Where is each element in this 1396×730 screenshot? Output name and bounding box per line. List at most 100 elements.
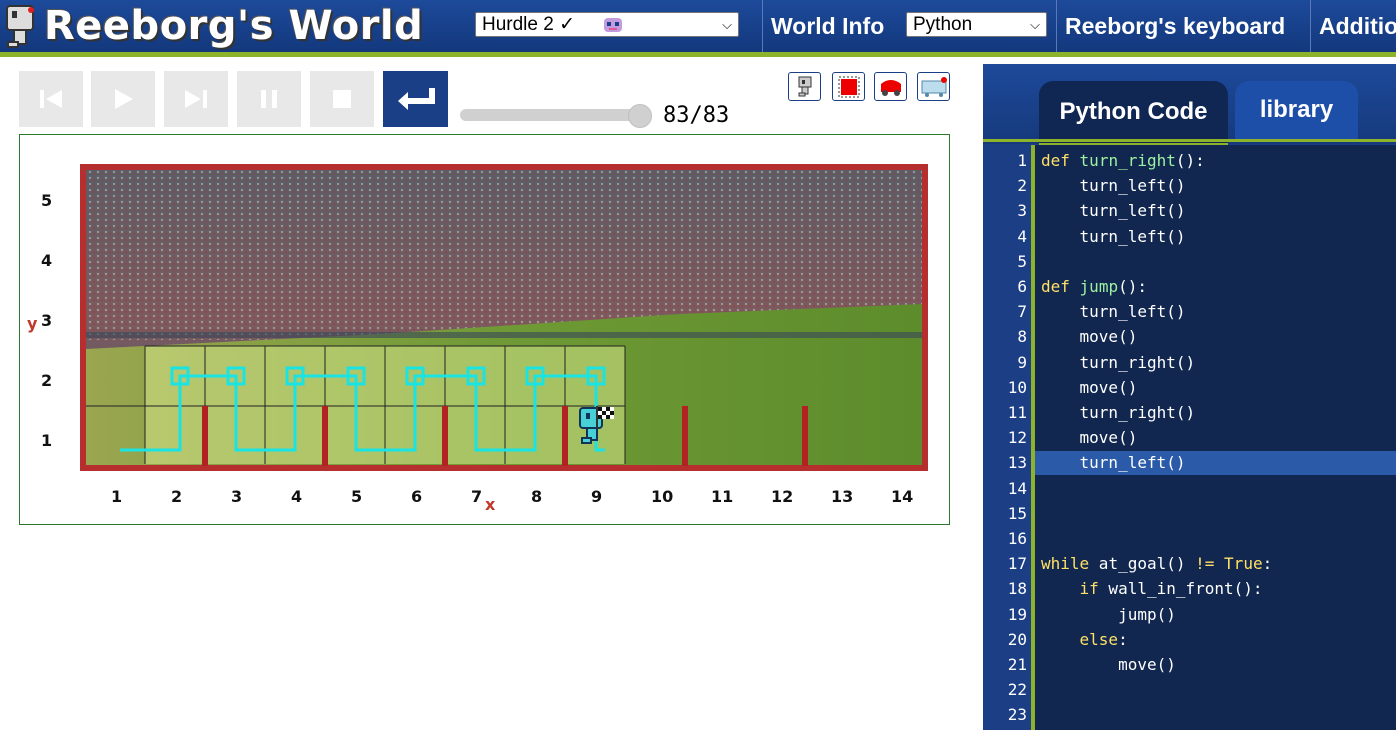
code-line: move()	[1041, 655, 1176, 674]
step-slider-thumb[interactable]	[628, 104, 652, 128]
line-number: 23	[1007, 705, 1027, 725]
tab-python-code[interactable]: Python Code	[1039, 81, 1228, 147]
play-icon	[115, 89, 133, 109]
line-number: 1	[1017, 151, 1027, 170]
x-tick-label: 5	[351, 487, 363, 506]
robot-foot	[581, 437, 592, 444]
additional-options-button[interactable]: Additio	[1319, 0, 1396, 52]
line-number: 14	[1007, 478, 1027, 498]
line-number: 2	[1017, 176, 1027, 196]
step-slider[interactable]	[460, 109, 650, 121]
flag-square	[610, 411, 614, 415]
line-number: 6	[1017, 277, 1027, 296]
console-icon	[921, 76, 947, 97]
x-tick-label: 4	[291, 487, 303, 506]
line-number: 22	[1007, 680, 1027, 700]
y-tick-label: 2	[41, 371, 53, 390]
line-number: 4	[1017, 226, 1027, 246]
pause-button[interactable]	[237, 71, 301, 127]
python-console-button[interactable]	[917, 72, 950, 101]
stop-button[interactable]	[310, 71, 374, 127]
y-tick-label: 3	[41, 311, 53, 330]
x-tick-label: 13	[831, 487, 854, 506]
code-line: move()	[1041, 377, 1138, 397]
wall	[562, 406, 568, 466]
wall	[202, 406, 208, 466]
y-tick-label: 5	[41, 191, 53, 210]
language-select[interactable]: Python ⌵	[906, 12, 1047, 37]
x-tick-label: 10	[651, 487, 674, 506]
x-tick-label: 8	[531, 487, 543, 506]
code-line: turn_right()	[1041, 403, 1196, 422]
top-bar: Reeborg's World Hurdle 2 ✓ ⌵ World Info …	[0, 0, 1396, 57]
return-arrow-icon	[397, 88, 435, 110]
line-number: 18	[1007, 579, 1027, 599]
code-line: jump()	[1041, 604, 1176, 624]
x-tick-label: 11	[711, 487, 734, 506]
x-tick-label: 2	[171, 487, 183, 506]
flag-square	[598, 411, 602, 415]
line-number: 7	[1017, 302, 1027, 322]
wall	[682, 406, 688, 466]
code-editor[interactable]: def turn_right(): turn_left() turn_left(…	[1035, 145, 1396, 730]
reload-button[interactable]	[19, 71, 83, 127]
code-line: turn_left()	[1041, 453, 1186, 473]
stop-icon	[333, 90, 351, 108]
line-number: 16	[1007, 529, 1027, 548]
code-line: turn_left()	[1041, 226, 1186, 246]
step-forward-icon	[185, 90, 207, 108]
code-line: turn_left()	[1041, 176, 1186, 196]
robot-badge-icon	[602, 14, 624, 42]
line-number: 15	[1007, 503, 1027, 523]
x-axis-name: x	[485, 495, 496, 514]
editor-panel: Python Code library 1 2 3 4 5 6 7 8 9 10 11 12 13 14 1…	[983, 64, 1396, 730]
wall	[322, 406, 328, 466]
edit-world-button[interactable]	[832, 72, 865, 101]
logo: Reeborg's World	[4, 2, 423, 50]
flag-square	[610, 415, 614, 419]
flag-square	[610, 407, 614, 411]
world-select-value: Hurdle 2 ✓	[482, 14, 576, 35]
wall	[802, 406, 808, 466]
highlight-button[interactable]	[874, 72, 907, 101]
tab-library[interactable]: library	[1235, 81, 1358, 139]
line-number: 10	[1007, 377, 1027, 397]
code-line: def turn_right():	[1041, 151, 1205, 170]
edit-robot-button[interactable]	[788, 72, 821, 101]
world-canvas	[80, 164, 928, 471]
flag-square	[598, 415, 602, 419]
line-number: 11	[1007, 403, 1027, 422]
reeborg-logo-icon	[6, 5, 34, 48]
robot-eye	[586, 413, 590, 419]
run-button[interactable]	[91, 71, 155, 127]
code-line: move()	[1041, 428, 1138, 448]
reeborg-keyboard-button[interactable]: Reeborg's keyboard	[1065, 0, 1285, 52]
x-tick-label: 6	[411, 487, 423, 506]
x-tick-label: 12	[771, 487, 794, 506]
line-number: 8	[1017, 327, 1027, 347]
code-line: move()	[1041, 327, 1138, 347]
language-select-value: Python	[913, 13, 973, 35]
x-tick-label: 3	[231, 487, 243, 506]
app-title: Reeborg's World	[44, 3, 424, 49]
code-line: def jump():	[1041, 277, 1147, 296]
chevron-down-icon: ⌵	[1030, 16, 1040, 32]
line-number-gutter: 1 2 3 4 5 6 7 8 9 10 11 12 13 14 15 16 17 18 19 20 21 22 23	[989, 145, 1031, 730]
step-button[interactable]	[164, 71, 228, 127]
world-info-button[interactable]: World Info	[771, 0, 884, 52]
back-button[interactable]	[383, 71, 448, 127]
code-line: turn_left()	[1041, 201, 1186, 221]
world-select[interactable]: Hurdle 2 ✓ ⌵	[475, 12, 739, 37]
wall	[442, 406, 448, 466]
line-number: 9	[1017, 352, 1027, 372]
x-tick-label: 1	[111, 487, 123, 506]
line-number: 19	[1007, 604, 1027, 624]
line-number: 13	[1007, 453, 1027, 473]
flag-square	[606, 415, 610, 419]
line-number: 21	[1007, 655, 1027, 674]
flag-square	[598, 407, 602, 411]
code-line: turn_right()	[1041, 352, 1196, 372]
code-line: else:	[1079, 629, 1128, 649]
pause-icon	[261, 90, 277, 108]
x-tick-label: 14	[891, 487, 914, 506]
